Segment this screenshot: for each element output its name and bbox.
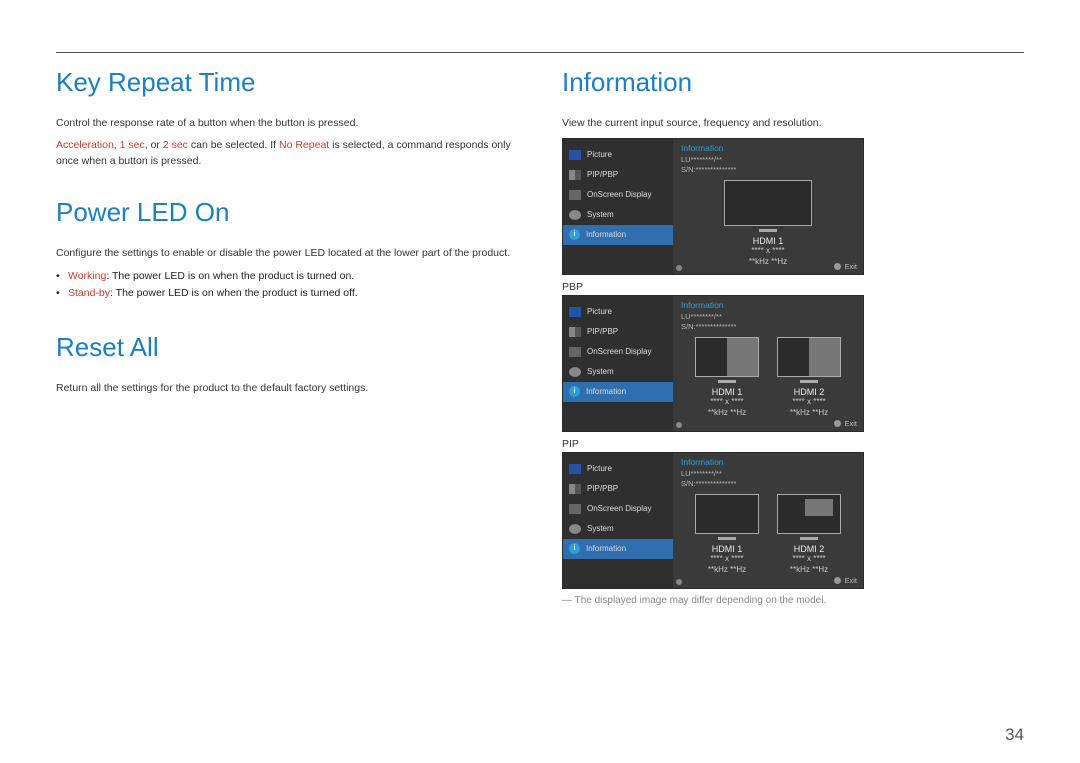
kw-norepeat: No Repeat xyxy=(279,139,329,151)
osd-exit-hint: Exit xyxy=(834,262,857,271)
osd-menu-information: iInformation xyxy=(563,225,673,245)
info-icon: i xyxy=(569,386,580,397)
osd-menu-picture: Picture xyxy=(563,145,673,165)
kw-working: Working xyxy=(68,270,106,282)
osd-screenshot-pip: Picture PIP/PBP OnScreen Display System … xyxy=(562,452,864,589)
osd-menu-pippbp: PIP/PBP xyxy=(563,165,673,185)
info-footnote: ― The displayed image may differ dependi… xyxy=(562,595,1024,606)
pippbp-icon xyxy=(569,170,581,180)
osd-sn: S/N:************** xyxy=(681,165,855,175)
osd-monitor-hdmi1: HDMI 1 **** x **** **kHz **Hz xyxy=(724,180,812,267)
pled-bullet-standby: Stand-by: The power LED is on when the p… xyxy=(56,285,518,302)
kw-acceleration: Acceleration xyxy=(56,139,114,151)
heading-power-led-on: Power LED On xyxy=(56,197,518,228)
info-desc: View the current input source, frequency… xyxy=(562,116,1024,132)
kw-standby: Stand-by xyxy=(68,287,110,299)
pled-bullet-working: Working: The power LED is on when the pr… xyxy=(56,268,518,285)
krt-desc-2: Acceleration, 1 sec, or 2 sec can be sel… xyxy=(56,138,518,170)
pippbp-icon xyxy=(569,484,581,494)
osd-pane-title: Information xyxy=(681,143,855,153)
kw-1sec: 1 sec xyxy=(120,139,145,151)
onscreen-icon xyxy=(569,504,581,514)
onscreen-icon xyxy=(569,190,581,200)
pled-desc: Configure the settings to enable or disa… xyxy=(56,246,518,262)
top-rule xyxy=(56,52,1024,53)
nav-dot-icon xyxy=(676,265,682,271)
system-icon xyxy=(569,524,581,534)
jog-icon xyxy=(834,263,841,270)
osd-menu-system: System xyxy=(563,205,673,225)
left-column: Key Repeat Time Control the response rat… xyxy=(56,67,518,606)
info-icon: i xyxy=(569,543,580,554)
picture-icon xyxy=(569,150,581,160)
pled-bullets: Working: The power LED is on when the pr… xyxy=(56,268,518,302)
osd-monitor-hdmi1: HDMI 1 **** x **** **kHz **Hz xyxy=(695,494,759,575)
caption-pip: PIP xyxy=(562,438,1024,450)
osd-menu-onscreen: OnScreen Display xyxy=(563,185,673,205)
osd-screenshot-pbp: Picture PIP/PBP OnScreen Display System … xyxy=(562,295,864,432)
osd-model: LU********/** xyxy=(681,155,855,165)
right-column: Information View the current input sourc… xyxy=(562,67,1024,606)
system-icon xyxy=(569,367,581,377)
reset-desc: Return all the settings for the product … xyxy=(56,381,518,397)
nav-dot-icon xyxy=(676,579,682,585)
page-number: 34 xyxy=(1005,725,1024,745)
jog-icon xyxy=(834,577,841,584)
caption-pbp: PBP xyxy=(562,281,1024,293)
heading-key-repeat-time: Key Repeat Time xyxy=(56,67,518,98)
picture-icon xyxy=(569,464,581,474)
osd-sidebar: Picture PIP/PBP OnScreen Display System … xyxy=(563,139,673,274)
krt-desc-1: Control the response rate of a button wh… xyxy=(56,116,518,132)
pippbp-icon xyxy=(569,327,581,337)
picture-icon xyxy=(569,307,581,317)
kw-2sec: 2 sec xyxy=(163,139,188,151)
osd-screenshot-single: Picture PIP/PBP OnScreen Display System … xyxy=(562,138,864,275)
onscreen-icon xyxy=(569,347,581,357)
osd-monitor-hdmi2: HDMI 2 **** x **** **kHz **Hz xyxy=(777,337,841,418)
nav-dot-icon xyxy=(676,422,682,428)
jog-icon xyxy=(834,420,841,427)
heading-reset-all: Reset All xyxy=(56,332,518,363)
osd-monitor-hdmi2: HDMI 2 **** x **** **kHz **Hz xyxy=(777,494,841,575)
system-icon xyxy=(569,210,581,220)
heading-information: Information xyxy=(562,67,1024,98)
osd-main-panel: Information LU********/** S/N:**********… xyxy=(673,139,863,274)
info-icon: i xyxy=(569,229,580,240)
osd-monitor-hdmi1: HDMI 1 **** x **** **kHz **Hz xyxy=(695,337,759,418)
